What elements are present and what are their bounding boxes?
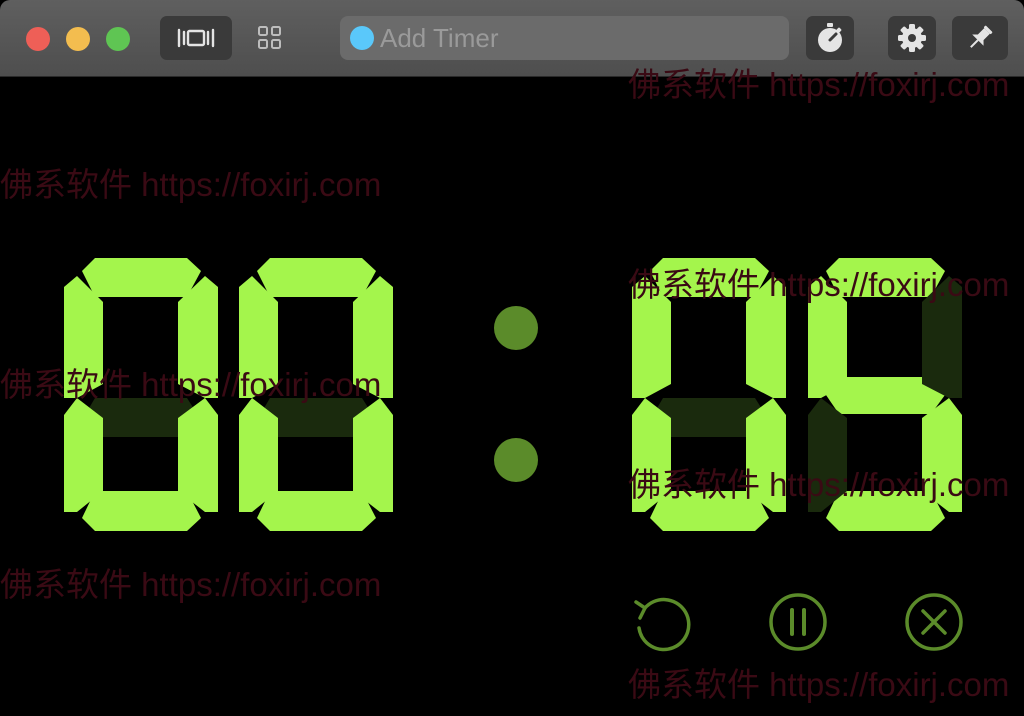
stopwatch-button[interactable] bbox=[806, 16, 854, 60]
digit-minutes-ones bbox=[808, 258, 962, 531]
grid-view-button[interactable] bbox=[248, 16, 292, 60]
close-window-button[interactable] bbox=[26, 27, 50, 51]
timer-display bbox=[64, 258, 962, 531]
settings-button[interactable] bbox=[888, 16, 936, 60]
title-bar: Add Timer bbox=[0, 0, 1024, 77]
digit-hours-ones bbox=[239, 258, 393, 531]
restart-button[interactable] bbox=[632, 592, 692, 652]
pin-button[interactable] bbox=[952, 16, 1008, 60]
restart-icon bbox=[634, 597, 691, 652]
pin-icon bbox=[970, 25, 993, 48]
add-timer-placeholder: Add Timer bbox=[380, 22, 499, 53]
timer-window: Add Timer 佛系软件 https://foxirj.com 佛系软件 h… bbox=[0, 0, 1024, 716]
pause-icon bbox=[769, 593, 827, 651]
gear-icon bbox=[898, 24, 926, 52]
cancel-icon bbox=[905, 593, 963, 651]
minimize-window-button[interactable] bbox=[66, 27, 90, 51]
cancel-button[interactable] bbox=[904, 592, 964, 652]
digit-minutes-tens bbox=[632, 258, 786, 531]
colon bbox=[494, 306, 538, 482]
timer-color-dot[interactable] bbox=[350, 26, 374, 50]
grid-view-icon bbox=[258, 26, 281, 49]
pause-button[interactable] bbox=[768, 592, 828, 652]
fullscreen-view-icon bbox=[177, 28, 215, 48]
add-timer-field[interactable]: Add Timer bbox=[340, 16, 789, 60]
stopwatch-icon bbox=[818, 23, 842, 52]
digit-hours-tens bbox=[64, 258, 218, 531]
fullscreen-view-button[interactable] bbox=[160, 16, 232, 60]
zoom-window-button[interactable] bbox=[106, 27, 130, 51]
